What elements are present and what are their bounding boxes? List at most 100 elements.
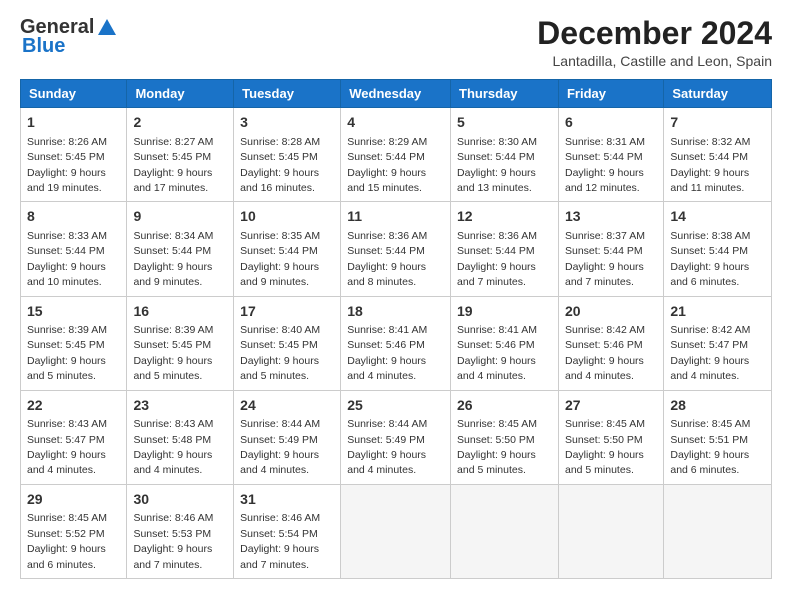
day-number: 16 xyxy=(133,302,227,322)
day-number: 2 xyxy=(133,113,227,133)
table-row: 2 Sunrise: 8:27 AMSunset: 5:45 PMDayligh… xyxy=(127,108,234,202)
day-info: Sunrise: 8:30 AMSunset: 5:44 PMDaylight:… xyxy=(457,136,537,194)
table-row: 29 Sunrise: 8:45 AMSunset: 5:52 PMDaylig… xyxy=(21,484,127,578)
th-wednesday: Wednesday xyxy=(341,80,451,108)
table-row: 13 Sunrise: 8:37 AMSunset: 5:44 PMDaylig… xyxy=(558,202,663,296)
table-row: 3 Sunrise: 8:28 AMSunset: 5:45 PMDayligh… xyxy=(234,108,341,202)
day-info: Sunrise: 8:45 AMSunset: 5:52 PMDaylight:… xyxy=(27,512,107,570)
th-sunday: Sunday xyxy=(21,80,127,108)
day-info: Sunrise: 8:26 AMSunset: 5:45 PMDaylight:… xyxy=(27,136,107,194)
table-row: 15 Sunrise: 8:39 AMSunset: 5:45 PMDaylig… xyxy=(21,296,127,390)
location-title: Lantadilla, Castille and Leon, Spain xyxy=(537,53,772,69)
logo: General Blue xyxy=(20,16,118,58)
day-number: 29 xyxy=(27,490,120,510)
table-row xyxy=(341,484,451,578)
day-number: 13 xyxy=(565,207,657,227)
day-info: Sunrise: 8:45 AMSunset: 5:50 PMDaylight:… xyxy=(457,418,537,476)
table-row: 5 Sunrise: 8:30 AMSunset: 5:44 PMDayligh… xyxy=(451,108,559,202)
day-info: Sunrise: 8:39 AMSunset: 5:45 PMDaylight:… xyxy=(133,324,213,382)
day-number: 9 xyxy=(133,207,227,227)
day-info: Sunrise: 8:35 AMSunset: 5:44 PMDaylight:… xyxy=(240,230,320,288)
day-number: 20 xyxy=(565,302,657,322)
day-number: 24 xyxy=(240,396,334,416)
day-number: 18 xyxy=(347,302,444,322)
th-thursday: Thursday xyxy=(451,80,559,108)
day-info: Sunrise: 8:43 AMSunset: 5:47 PMDaylight:… xyxy=(27,418,107,476)
table-row: 12 Sunrise: 8:36 AMSunset: 5:44 PMDaylig… xyxy=(451,202,559,296)
day-info: Sunrise: 8:37 AMSunset: 5:44 PMDaylight:… xyxy=(565,230,645,288)
title-block: December 2024 Lantadilla, Castille and L… xyxy=(537,16,772,69)
day-info: Sunrise: 8:46 AMSunset: 5:53 PMDaylight:… xyxy=(133,512,213,570)
table-row: 27 Sunrise: 8:45 AMSunset: 5:50 PMDaylig… xyxy=(558,390,663,484)
calendar-week-row: 8 Sunrise: 8:33 AMSunset: 5:44 PMDayligh… xyxy=(21,202,772,296)
calendar-week-row: 29 Sunrise: 8:45 AMSunset: 5:52 PMDaylig… xyxy=(21,484,772,578)
day-info: Sunrise: 8:32 AMSunset: 5:44 PMDaylight:… xyxy=(670,136,750,194)
day-number: 30 xyxy=(133,490,227,510)
table-row: 21 Sunrise: 8:42 AMSunset: 5:47 PMDaylig… xyxy=(664,296,772,390)
table-row: 30 Sunrise: 8:46 AMSunset: 5:53 PMDaylig… xyxy=(127,484,234,578)
day-info: Sunrise: 8:41 AMSunset: 5:46 PMDaylight:… xyxy=(457,324,537,382)
calendar-week-row: 1 Sunrise: 8:26 AMSunset: 5:45 PMDayligh… xyxy=(21,108,772,202)
day-number: 28 xyxy=(670,396,765,416)
table-row: 25 Sunrise: 8:44 AMSunset: 5:49 PMDaylig… xyxy=(341,390,451,484)
day-number: 6 xyxy=(565,113,657,133)
day-info: Sunrise: 8:29 AMSunset: 5:44 PMDaylight:… xyxy=(347,136,427,194)
day-number: 23 xyxy=(133,396,227,416)
table-row: 18 Sunrise: 8:41 AMSunset: 5:46 PMDaylig… xyxy=(341,296,451,390)
day-info: Sunrise: 8:44 AMSunset: 5:49 PMDaylight:… xyxy=(347,418,427,476)
day-number: 8 xyxy=(27,207,120,227)
table-row: 10 Sunrise: 8:35 AMSunset: 5:44 PMDaylig… xyxy=(234,202,341,296)
th-monday: Monday xyxy=(127,80,234,108)
table-row: 14 Sunrise: 8:38 AMSunset: 5:44 PMDaylig… xyxy=(664,202,772,296)
table-row xyxy=(664,484,772,578)
day-number: 12 xyxy=(457,207,552,227)
day-number: 27 xyxy=(565,396,657,416)
day-info: Sunrise: 8:36 AMSunset: 5:44 PMDaylight:… xyxy=(457,230,537,288)
day-number: 25 xyxy=(347,396,444,416)
day-number: 31 xyxy=(240,490,334,510)
day-number: 1 xyxy=(27,113,120,133)
day-info: Sunrise: 8:42 AMSunset: 5:47 PMDaylight:… xyxy=(670,324,750,382)
day-info: Sunrise: 8:45 AMSunset: 5:50 PMDaylight:… xyxy=(565,418,645,476)
table-row: 23 Sunrise: 8:43 AMSunset: 5:48 PMDaylig… xyxy=(127,390,234,484)
day-info: Sunrise: 8:40 AMSunset: 5:45 PMDaylight:… xyxy=(240,324,320,382)
day-number: 5 xyxy=(457,113,552,133)
table-row xyxy=(451,484,559,578)
day-number: 19 xyxy=(457,302,552,322)
day-number: 3 xyxy=(240,113,334,133)
day-info: Sunrise: 8:34 AMSunset: 5:44 PMDaylight:… xyxy=(133,230,213,288)
day-number: 17 xyxy=(240,302,334,322)
th-friday: Friday xyxy=(558,80,663,108)
day-info: Sunrise: 8:46 AMSunset: 5:54 PMDaylight:… xyxy=(240,512,320,570)
header: General Blue December 2024 Lantadilla, C… xyxy=(20,16,772,69)
day-number: 21 xyxy=(670,302,765,322)
day-number: 26 xyxy=(457,396,552,416)
table-row: 16 Sunrise: 8:39 AMSunset: 5:45 PMDaylig… xyxy=(127,296,234,390)
table-row xyxy=(558,484,663,578)
day-number: 4 xyxy=(347,113,444,133)
day-info: Sunrise: 8:41 AMSunset: 5:46 PMDaylight:… xyxy=(347,324,427,382)
day-info: Sunrise: 8:42 AMSunset: 5:46 PMDaylight:… xyxy=(565,324,645,382)
day-number: 15 xyxy=(27,302,120,322)
calendar-table: Sunday Monday Tuesday Wednesday Thursday… xyxy=(20,79,772,579)
table-row: 11 Sunrise: 8:36 AMSunset: 5:44 PMDaylig… xyxy=(341,202,451,296)
th-tuesday: Tuesday xyxy=(234,80,341,108)
day-info: Sunrise: 8:39 AMSunset: 5:45 PMDaylight:… xyxy=(27,324,107,382)
logo-blue: Blue xyxy=(22,35,65,58)
day-info: Sunrise: 8:36 AMSunset: 5:44 PMDaylight:… xyxy=(347,230,427,288)
day-info: Sunrise: 8:38 AMSunset: 5:44 PMDaylight:… xyxy=(670,230,750,288)
day-number: 10 xyxy=(240,207,334,227)
day-info: Sunrise: 8:44 AMSunset: 5:49 PMDaylight:… xyxy=(240,418,320,476)
calendar-week-row: 22 Sunrise: 8:43 AMSunset: 5:47 PMDaylig… xyxy=(21,390,772,484)
day-number: 11 xyxy=(347,207,444,227)
day-number: 22 xyxy=(27,396,120,416)
month-title: December 2024 xyxy=(537,16,772,51)
table-row: 26 Sunrise: 8:45 AMSunset: 5:50 PMDaylig… xyxy=(451,390,559,484)
th-saturday: Saturday xyxy=(664,80,772,108)
table-row: 6 Sunrise: 8:31 AMSunset: 5:44 PMDayligh… xyxy=(558,108,663,202)
table-row: 1 Sunrise: 8:26 AMSunset: 5:45 PMDayligh… xyxy=(21,108,127,202)
day-info: Sunrise: 8:33 AMSunset: 5:44 PMDaylight:… xyxy=(27,230,107,288)
header-row: Sunday Monday Tuesday Wednesday Thursday… xyxy=(21,80,772,108)
table-row: 31 Sunrise: 8:46 AMSunset: 5:54 PMDaylig… xyxy=(234,484,341,578)
table-row: 22 Sunrise: 8:43 AMSunset: 5:47 PMDaylig… xyxy=(21,390,127,484)
